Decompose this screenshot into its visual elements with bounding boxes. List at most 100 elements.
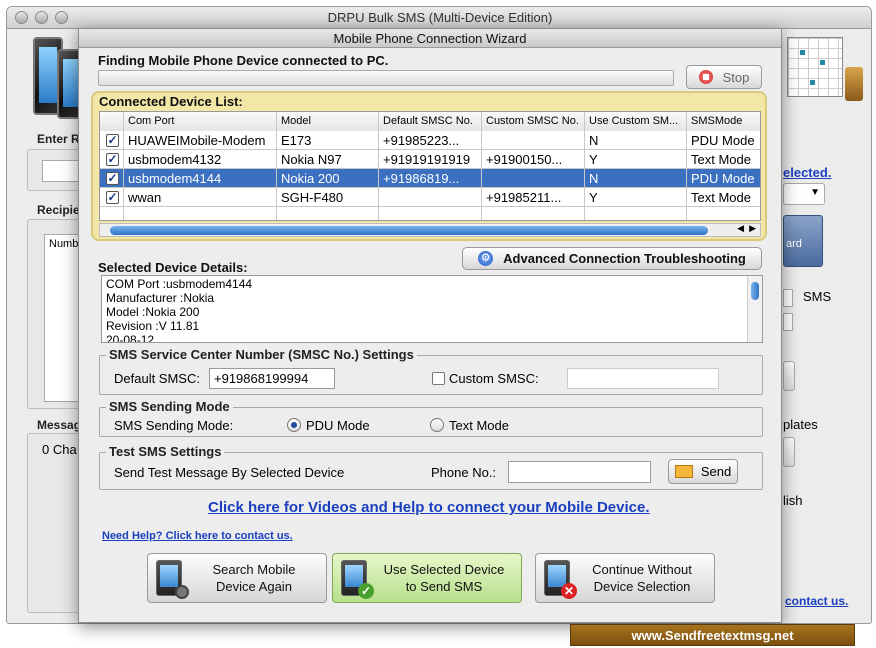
continue-without-button[interactable]: ✕ Continue Without Device Selection bbox=[535, 553, 715, 603]
pdu-mode-label[interactable]: PDU Mode bbox=[306, 418, 370, 433]
table-row[interactable]: ✓ usbmodem4132 Nokia N97 +91919191919 +91900… bbox=[100, 150, 760, 169]
advanced-troubleshooting-button[interactable]: ⚙ Advanced Connection Troubleshooting bbox=[462, 247, 762, 270]
cell-default-smsc: +91985223... bbox=[379, 131, 482, 150]
default-smsc-input[interactable]: +919868199994 bbox=[209, 368, 335, 389]
scroll-right-icon[interactable]: ▶ bbox=[749, 223, 756, 234]
cell-use-custom bbox=[585, 207, 687, 220]
bg-contact-link[interactable]: contact us. bbox=[785, 594, 848, 608]
phone-no-input[interactable] bbox=[508, 461, 651, 483]
send-test-button[interactable]: Send bbox=[668, 459, 738, 484]
cell-use-custom: Y bbox=[585, 150, 687, 169]
col-custom-smsc[interactable]: Custom SMSC No. bbox=[482, 112, 585, 131]
finding-label: Finding Mobile Phone Device connected to… bbox=[98, 53, 389, 68]
phone-cancel-icon: ✕ bbox=[544, 560, 577, 599]
col-default-smsc[interactable]: Default SMSC No. bbox=[379, 112, 482, 131]
table-horizontal-scrollbar[interactable]: ◀ ▶ bbox=[99, 223, 761, 237]
bg-button[interactable] bbox=[783, 361, 795, 391]
phone-no-label: Phone No.: bbox=[431, 465, 497, 480]
col-use-custom[interactable]: Use Custom SM... bbox=[585, 112, 687, 131]
zoom-window-button[interactable] bbox=[55, 11, 68, 24]
custom-smsc-checkbox[interactable] bbox=[432, 372, 445, 385]
magnifier-icon bbox=[175, 585, 189, 599]
bg-button-2[interactable] bbox=[783, 437, 795, 467]
cell-com: wwan bbox=[124, 188, 277, 207]
details-vertical-scrollbar[interactable] bbox=[747, 276, 762, 342]
bg-dropdown[interactable]: ▼ bbox=[783, 183, 825, 205]
sending-mode-group: SMS Sending Mode SMS Sending Mode: PDU M… bbox=[99, 399, 763, 437]
cell-custom-smsc: +91985211... bbox=[482, 188, 585, 207]
phone-check-icon: ✓ bbox=[341, 560, 374, 599]
cell-default-smsc: +91919191919 bbox=[379, 150, 482, 169]
wizard-button[interactable]: ard bbox=[783, 215, 823, 267]
char-count: 0 Cha bbox=[42, 442, 77, 457]
table-header: Com Port Model Default SMSC No. Custom S… bbox=[100, 112, 760, 131]
cell-use-custom: Y bbox=[585, 188, 687, 207]
row-checkbox[interactable]: ✓ bbox=[106, 191, 119, 204]
selected-link[interactable]: elected. bbox=[783, 165, 831, 180]
recipients-label: Recipie bbox=[37, 203, 80, 217]
cell-com: usbmodem4132 bbox=[124, 150, 277, 169]
col-com-port[interactable]: Com Port bbox=[124, 112, 277, 131]
magnifier-phone-icon bbox=[156, 560, 189, 599]
enter-input[interactable] bbox=[42, 160, 82, 182]
text-mode-radio[interactable] bbox=[430, 418, 444, 432]
cell-custom-smsc bbox=[482, 169, 585, 188]
cell-model: Nokia 200 bbox=[277, 169, 379, 188]
stop-button[interactable]: Stop bbox=[686, 65, 762, 89]
row-check-cell: ✓ bbox=[100, 150, 124, 169]
row-checkbox[interactable]: ✓ bbox=[106, 153, 119, 166]
continue-line2: Device Selection bbox=[593, 579, 691, 594]
row-checkbox[interactable]: ✓ bbox=[106, 134, 119, 147]
cell-com bbox=[124, 207, 277, 220]
table-row[interactable]: ✓ wwan SGH-F480 +91985211... Y Text Mode bbox=[100, 188, 760, 207]
col-model[interactable]: Model bbox=[277, 112, 379, 131]
smsc-legend: SMS Service Center Number (SMSC No.) Set… bbox=[106, 347, 417, 362]
custom-smsc-input[interactable] bbox=[567, 368, 719, 389]
envelope-icon bbox=[674, 465, 693, 478]
smsc-settings-group: SMS Service Center Number (SMSC No.) Set… bbox=[99, 347, 763, 395]
search-again-line1: Search Mobile bbox=[212, 562, 296, 577]
pdu-mode-radio[interactable] bbox=[287, 418, 301, 432]
dialog-title-bar: Mobile Phone Connection Wizard bbox=[79, 29, 781, 48]
stop-icon bbox=[698, 70, 713, 84]
recipients-panel: Numb bbox=[27, 219, 84, 409]
main-title-bar: DRPU Bulk SMS (Multi-Device Edition) bbox=[7, 7, 871, 29]
cell-use-custom: N bbox=[585, 169, 687, 188]
bottle-icon bbox=[845, 67, 863, 101]
row-check-cell: ✓ bbox=[100, 131, 124, 150]
templates-label: plates bbox=[783, 417, 818, 432]
scroll-thumb[interactable] bbox=[110, 226, 708, 235]
gear-icon: ⚙ bbox=[478, 251, 494, 266]
videos-help-link[interactable]: Click here for Videos and Help to connec… bbox=[208, 499, 650, 516]
details-scroll-thumb[interactable] bbox=[751, 282, 759, 300]
scroll-left-icon[interactable]: ◀ bbox=[737, 223, 744, 234]
details-label: Selected Device Details: bbox=[98, 260, 248, 275]
check-icon: ✓ bbox=[358, 583, 374, 599]
calendar-logo-icon bbox=[787, 37, 843, 97]
search-again-button[interactable]: Search Mobile Device Again bbox=[147, 553, 327, 603]
sms-label: SMS bbox=[803, 289, 832, 304]
row-check-cell: ✓ bbox=[100, 169, 124, 188]
use-selected-device-button[interactable]: ✓ Use Selected Device to Send SMS bbox=[332, 553, 522, 603]
text-mode-label[interactable]: Text Mode bbox=[449, 418, 509, 433]
cell-mode: Text Mode bbox=[687, 150, 760, 169]
x-icon: ✕ bbox=[561, 583, 577, 599]
device-details-box[interactable]: COM Port :usbmodem4144 Manufacturer :Nok… bbox=[101, 275, 763, 343]
details-line: Model :Nokia 200 bbox=[106, 305, 200, 319]
col-sms-mode[interactable]: SMSMode bbox=[687, 112, 760, 131]
chevron-down-icon: ▼ bbox=[810, 187, 820, 198]
row-checkbox[interactable]: ✓ bbox=[106, 172, 119, 185]
sending-mode-legend: SMS Sending Mode bbox=[106, 399, 233, 414]
cell-custom-smsc bbox=[482, 131, 585, 150]
details-line: 20-08-12 bbox=[106, 333, 155, 343]
message-label: Messag bbox=[37, 418, 82, 432]
table-row[interactable]: ✓ usbmodem4144 Nokia 200 +91986819... N PDU M… bbox=[100, 169, 760, 188]
table-row[interactable]: ✓ HUAWEIMobile-Modem E173 +91985223... N PDU … bbox=[100, 131, 760, 150]
test-sms-legend: Test SMS Settings bbox=[106, 444, 225, 459]
cell-model: E173 bbox=[277, 131, 379, 150]
contact-help-link[interactable]: Need Help? Click here to contact us. bbox=[102, 530, 293, 542]
close-window-button[interactable] bbox=[15, 11, 28, 24]
minimize-window-button[interactable] bbox=[35, 11, 48, 24]
number-column-header: Numb bbox=[49, 238, 79, 250]
sending-mode-label: SMS Sending Mode: bbox=[114, 418, 234, 433]
